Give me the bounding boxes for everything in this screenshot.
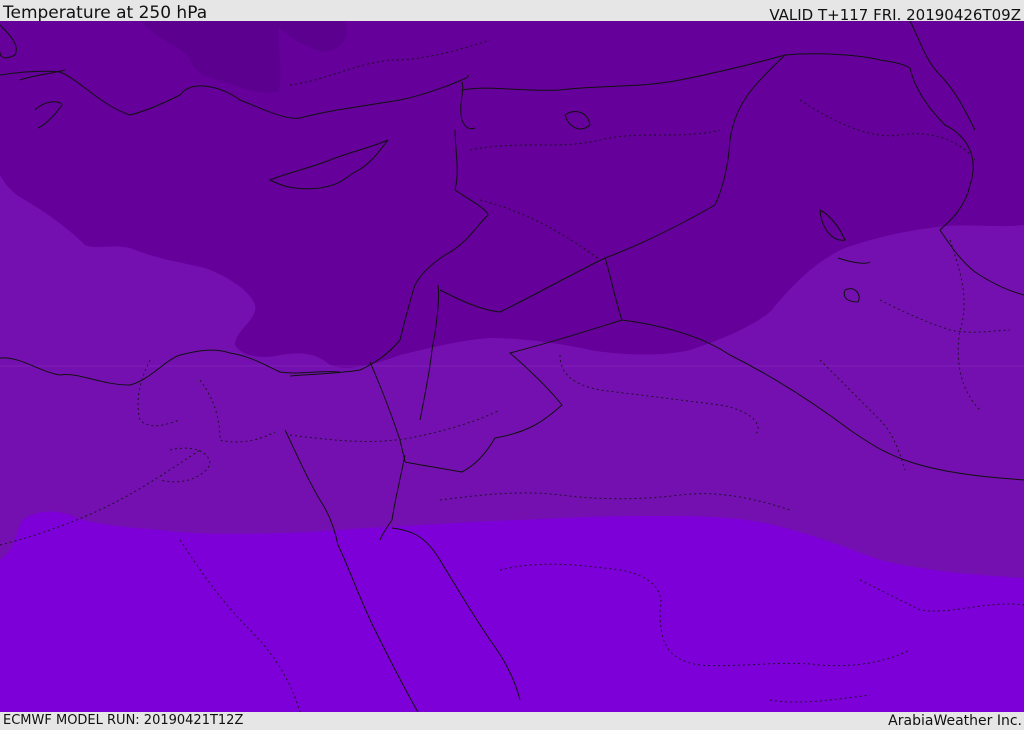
footer-bar: ECMWF MODEL RUN: 20190421T12Z ArabiaWeat… — [0, 712, 1024, 729]
temperature-map-svg — [0, 21, 1024, 712]
header-bar: Temperature at 250 hPa VALID T+117 FRI. … — [0, 0, 1024, 24]
map-title: Temperature at 250 hPa — [3, 3, 208, 23]
model-run: ECMWF MODEL RUN: 20190421T12Z — [3, 713, 244, 728]
credit: ArabiaWeather Inc. — [888, 713, 1022, 729]
weather-map[interactable] — [0, 21, 1024, 712]
